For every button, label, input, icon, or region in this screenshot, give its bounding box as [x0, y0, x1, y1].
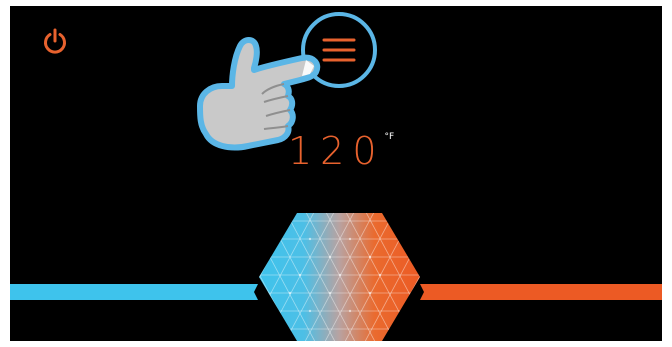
cold-track-arrow [250, 284, 258, 300]
thermostat-screen: 120 °F [10, 6, 662, 341]
cold-track [10, 284, 250, 300]
hot-track [428, 284, 662, 300]
power-button[interactable] [38, 25, 72, 59]
power-icon [44, 28, 66, 54]
temperature-value: 120 [288, 129, 385, 173]
hamburger-menu-icon [322, 38, 356, 62]
temperature-display: 120 °F [288, 126, 394, 176]
temperature-slider[interactable] [10, 211, 662, 341]
menu-button[interactable] [299, 10, 379, 90]
temperature-unit: °F [384, 132, 395, 142]
hexagon-thermostat-handle [259, 213, 420, 341]
hot-track-arrow [420, 284, 428, 300]
